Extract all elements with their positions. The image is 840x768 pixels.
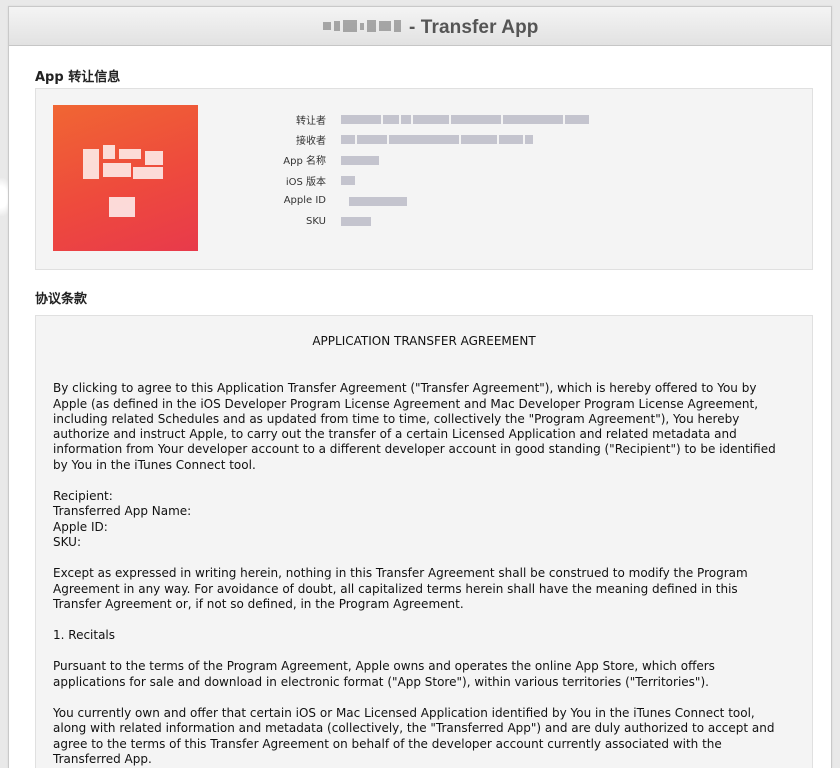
- agreement-paragraph: Except as expressed in writing herein, n…: [53, 566, 748, 611]
- terms-heading: 协议条款: [35, 292, 88, 307]
- apple-id-label: Apple ID:: [53, 519, 108, 534]
- field-label-transferor: 转让者: [296, 115, 326, 127]
- field-label-recipient: 接收者: [296, 136, 326, 148]
- field-label-apple-id: Apple ID: [283, 195, 326, 207]
- transfer-app-window: - Transfer App App 转让信息 转让者 接收者 App 名称 i…: [8, 6, 832, 768]
- field-value-redacted: [341, 135, 533, 145]
- title-bar: - Transfer App: [9, 7, 831, 46]
- field-value-redacted: [341, 176, 355, 186]
- redacted-app-name: [323, 20, 401, 32]
- field-row-recipient: 接收者: [266, 129, 533, 149]
- transferred-app-name-label: Transferred App Name:: [53, 504, 192, 519]
- field-label-sku: SKU: [306, 215, 326, 227]
- app-info-heading: App 转让信息: [35, 70, 121, 85]
- app-info-panel: 转让者 接收者 App 名称 iOS 版本 Apple ID SKU: [35, 88, 813, 270]
- agreement-text-panel[interactable]: APPLICATION TRANSFER AGREEMENT By clicki…: [35, 315, 813, 768]
- sku-label: SKU:: [53, 534, 81, 549]
- agreement-paragraph: You currently own and offer that certain…: [53, 706, 775, 766]
- field-row-ios-version: iOS 版本: [266, 170, 355, 190]
- field-row-sku: SKU: [266, 211, 371, 231]
- section-heading-recitals: 1. Recitals: [53, 628, 116, 643]
- app-icon: [53, 105, 198, 251]
- agreement-title: APPLICATION TRANSFER AGREEMENT: [312, 334, 536, 348]
- field-value-redacted: [341, 216, 371, 226]
- app-info-fields: 转让者 接收者 App 名称 iOS 版本 Apple ID SKU: [266, 109, 589, 231]
- agreement-paragraph: Pursuant to the terms of the Program Agr…: [53, 659, 715, 689]
- window-title: - Transfer App: [409, 17, 539, 38]
- transfer-details-list: Recipient: Transferred App Name: Apple ID:…: [53, 489, 795, 550]
- field-value-redacted: [341, 155, 379, 165]
- field-label-ios-version: iOS 版本: [285, 176, 326, 188]
- recipient-label: Recipient:: [53, 489, 113, 504]
- field-row-apple-id: Apple ID: [266, 191, 407, 211]
- field-row-transferor: 转让者: [266, 109, 589, 129]
- field-value-redacted: [341, 196, 407, 206]
- field-label-app-name: App 名称: [283, 156, 326, 168]
- field-row-app-name: App 名称: [266, 150, 379, 170]
- field-value-redacted: [341, 115, 589, 124]
- agreement-paragraph: By clicking to agree to this Application…: [53, 381, 776, 472]
